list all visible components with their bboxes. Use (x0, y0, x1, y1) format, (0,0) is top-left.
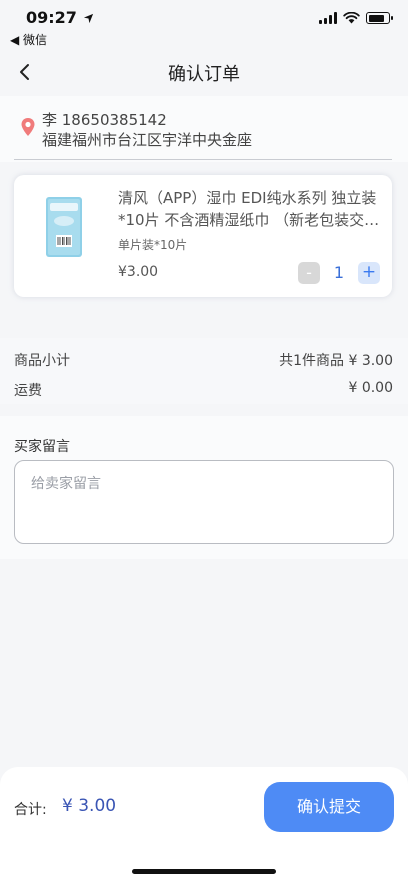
total-label: 合计: (14, 802, 47, 818)
quantity-value: 1 (333, 263, 345, 282)
status-time: 09:27 (26, 8, 94, 27)
product-title[interactable]: 清风（APP）湿巾 EDI纯水系列 独立装*10片 不含酒精湿纸巾 （新老包装交… (118, 187, 380, 231)
total-value: ¥ 3.00 (62, 796, 117, 816)
subtotal-value: 共1件商品 ¥ 3.00 (279, 353, 393, 369)
address-detail: 福建福州市台江区宇洋中央金座 (42, 131, 253, 149)
location-arrow-icon (83, 13, 93, 24)
product-spec: 单片装*10片 (118, 238, 188, 252)
buyer-message-label: 买家留言 (14, 439, 70, 455)
submit-order-button[interactable]: 确认提交 (264, 782, 394, 832)
status-icons (319, 12, 393, 24)
product-image[interactable] (40, 195, 88, 259)
status-back-to-app[interactable]: ◀ 微信 (10, 31, 47, 48)
page-title: 确认订单 (168, 64, 240, 85)
home-indicator (132, 869, 276, 874)
divider (14, 159, 392, 160)
quantity-decrease-button[interactable]: - (298, 262, 320, 284)
product-price: ¥3.00 (118, 264, 159, 280)
quantity-increase-button[interactable]: + (358, 262, 380, 284)
address-contact: 李 18650385142 (42, 111, 167, 129)
shipping-label: 运费 (14, 383, 42, 399)
shipping-value: ¥ 0.00 (348, 380, 393, 396)
subtotal-label: 商品小计 (14, 353, 70, 369)
buyer-message-input[interactable] (14, 460, 394, 544)
wifi-icon (343, 12, 360, 24)
order-summary (0, 338, 408, 404)
location-pin-icon (21, 118, 35, 136)
cellular-signal-icon (319, 12, 337, 24)
battery-icon (366, 12, 393, 24)
